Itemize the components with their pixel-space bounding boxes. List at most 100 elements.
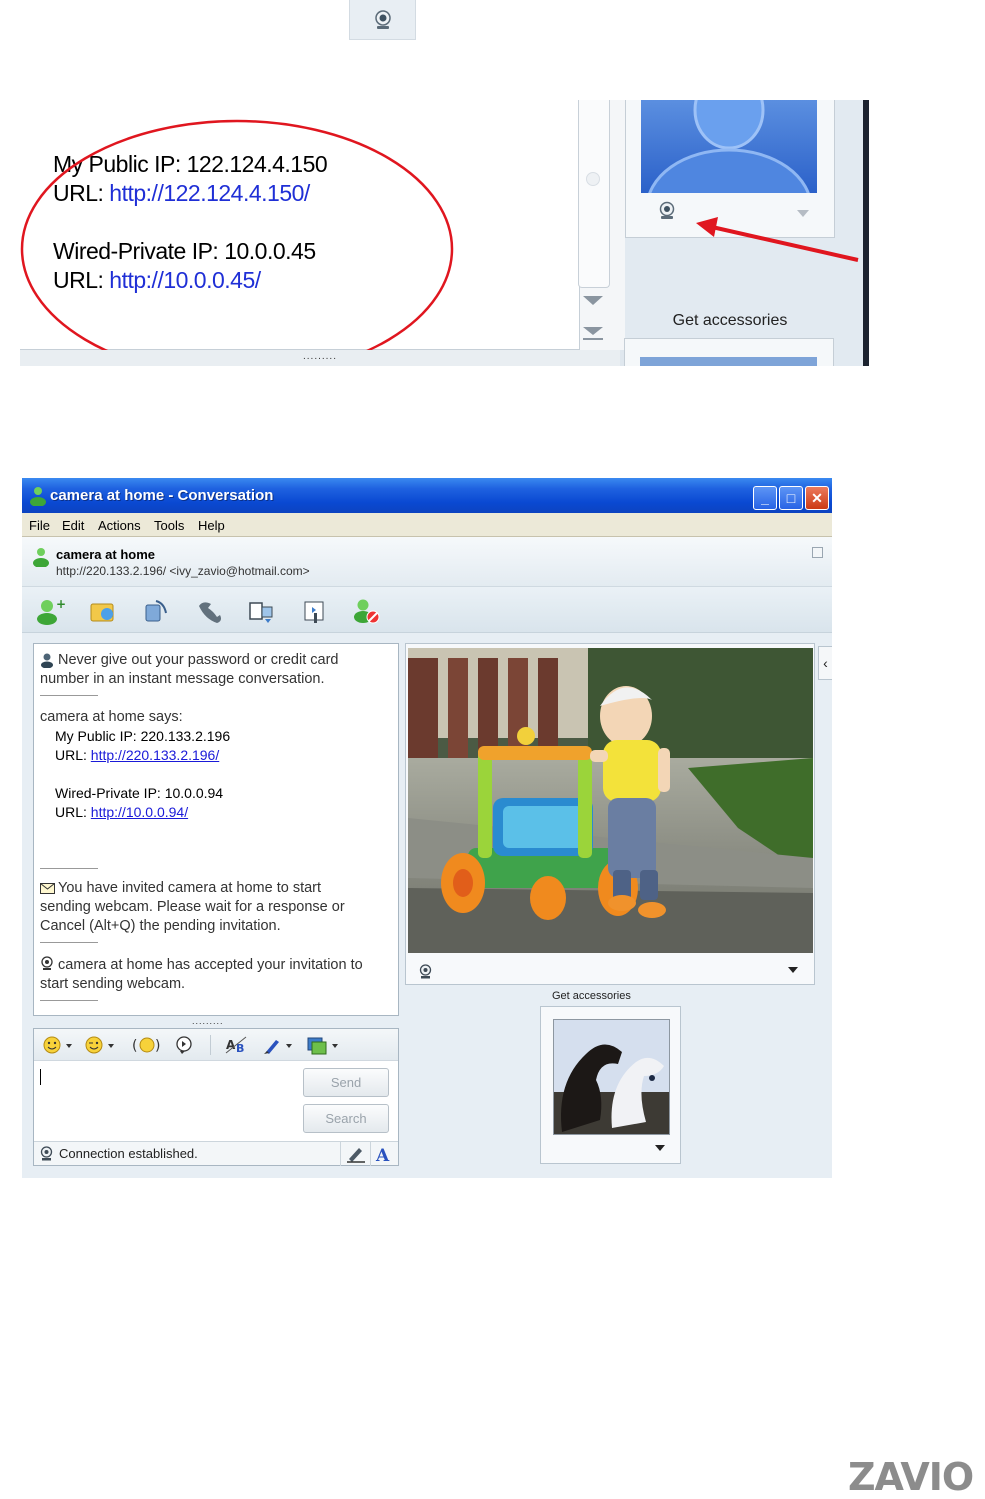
conversation-window: camera at home - Conversation _ □ ✕ File… — [22, 478, 832, 1178]
menu-file[interactable]: File — [29, 518, 50, 533]
collapse-header-button[interactable] — [812, 547, 823, 558]
get-accessories-link[interactable]: Get accessories — [552, 990, 631, 1002]
svg-text:): ) — [155, 1038, 160, 1054]
zavio-logo: ZAVIO — [848, 1455, 974, 1499]
paintbrush-icon[interactable] — [262, 1035, 294, 1055]
messenger-buddy-icon — [30, 487, 46, 506]
svg-text:A: A — [226, 1038, 236, 1052]
svg-text:+: + — [56, 597, 66, 611]
send-files-icon[interactable] — [88, 597, 118, 625]
scroll-end-icon[interactable] — [583, 327, 603, 341]
call-icon[interactable] — [194, 597, 224, 625]
url-label: URL: — [55, 747, 91, 763]
webcam-accepted-icon — [41, 956, 53, 970]
window-title: camera at home - Conversation — [50, 487, 274, 504]
sender-says: camera at home says: — [40, 709, 183, 725]
zoom-desktop-edge — [863, 100, 869, 366]
default-user-icon — [648, 100, 810, 193]
close-button[interactable]: ✕ — [805, 486, 829, 510]
message-text-field[interactable] — [36, 1063, 296, 1139]
message-input-area: () AB Send Search Connection established… — [33, 1028, 399, 1166]
webcam-icon[interactable] — [418, 964, 433, 980]
scroll-down-icon[interactable] — [583, 296, 603, 305]
webcam-icon[interactable] — [656, 201, 678, 221]
webcam-status-icon — [40, 1146, 53, 1161]
webcam-video[interactable] — [408, 648, 813, 953]
menu-bar: File Edit Actions Tools Help — [22, 513, 832, 537]
divider — [40, 868, 98, 869]
block-icon[interactable] — [352, 597, 382, 625]
webcam-photo — [408, 648, 813, 953]
chevron-down-icon[interactable] — [655, 1145, 665, 1151]
video-call-icon[interactable] — [140, 597, 170, 625]
invite-line-1: You have invited camera at home to start — [58, 880, 322, 896]
public-url-link[interactable]: http://220.133.2.196/ — [91, 747, 219, 763]
divider — [40, 942, 98, 943]
display-picture[interactable] — [553, 1019, 670, 1135]
invite-line-2: sending webcam. Please wait for a respon… — [40, 899, 345, 915]
get-accessories-label[interactable]: Get accessories — [640, 312, 820, 330]
warning-line-2: number in an instant message conversatio… — [40, 671, 325, 687]
status-divider — [340, 1142, 341, 1166]
message-public-url: URL: http://220.133.2.196/ — [55, 747, 219, 763]
message-public-ip: My Public IP: 220.133.2.196 — [55, 728, 231, 744]
menu-help[interactable]: Help — [198, 518, 225, 533]
spellcheck-icon[interactable]: AB — [224, 1035, 250, 1055]
webcam-icon-button[interactable] — [349, 0, 416, 40]
menu-tools[interactable]: Tools — [154, 518, 184, 533]
accepted-line-2: start sending webcam. — [40, 976, 186, 992]
webcam-icon — [374, 9, 391, 29]
search-button[interactable]: Search — [303, 1104, 389, 1133]
font-icon[interactable]: A — [374, 1145, 394, 1163]
webcam-frame — [405, 643, 815, 985]
chat-splitter[interactable]: ......... — [192, 1016, 224, 1026]
svg-text:(: ( — [132, 1038, 137, 1054]
scroll-grip-icon — [586, 172, 600, 186]
games-icon[interactable] — [300, 597, 330, 625]
send-button[interactable]: Send — [303, 1068, 389, 1097]
message-private-url: URL: http://10.0.0.94/ — [55, 804, 188, 820]
connection-status: Connection established. — [59, 1146, 198, 1161]
emoticon-icon[interactable] — [42, 1035, 74, 1055]
divider — [40, 1000, 98, 1001]
status-bar: Connection established. A — [34, 1141, 398, 1166]
voice-clip-icon[interactable] — [174, 1035, 196, 1055]
contact-status-icon — [33, 548, 49, 567]
user-avatar[interactable] — [641, 100, 817, 193]
contact-address: http://220.133.2.196/ <ivy_zavio@hotmail… — [56, 564, 310, 578]
minimize-button[interactable]: _ — [753, 486, 777, 510]
zoom-scrollbar[interactable] — [578, 100, 610, 288]
invite-contact-icon[interactable]: + — [36, 597, 66, 625]
display-picture-frame — [540, 1006, 681, 1164]
contact-name: camera at home — [56, 547, 155, 562]
chevron-down-icon[interactable] — [788, 967, 798, 973]
menu-actions[interactable]: Actions — [98, 518, 141, 533]
zoom-detail-panel: My Public IP: 122.124.4.150 URL: http://… — [20, 100, 869, 366]
chat-history[interactable]: Never give out your password or credit c… — [33, 643, 399, 1016]
activities-icon[interactable] — [246, 597, 276, 625]
conversation-toolbar: + — [22, 587, 832, 633]
warning-line-1: Never give out your password or credit c… — [58, 652, 339, 668]
status-divider — [370, 1142, 371, 1166]
red-pointer-arrow — [696, 217, 859, 262]
wink-icon[interactable] — [84, 1035, 116, 1055]
webcam-footer — [406, 956, 814, 984]
message-private-ip: Wired-Private IP: 10.0.0.94 — [55, 785, 224, 801]
zoom-splitter[interactable]: ......... — [20, 350, 620, 366]
svg-text:A: A — [375, 1146, 390, 1163]
chevron-left-icon[interactable]: ‹ — [818, 646, 832, 680]
envelope-icon — [40, 883, 55, 894]
contact-header: camera at home http://220.133.2.196/ <iv… — [22, 537, 832, 587]
private-url-link[interactable]: http://10.0.0.94/ — [91, 804, 188, 820]
accepted-line-1: camera at home has accepted your invitat… — [58, 957, 363, 973]
horses-photo — [554, 1020, 669, 1134]
toolbar-divider — [210, 1035, 211, 1055]
zoom-accessory-image[interactable] — [640, 357, 817, 366]
handwriting-icon[interactable] — [346, 1145, 366, 1163]
title-bar[interactable]: camera at home - Conversation _ □ ✕ — [22, 478, 832, 513]
maximize-button[interactable]: □ — [779, 486, 803, 510]
nudge-icon[interactable]: () — [132, 1035, 162, 1055]
background-icon[interactable] — [306, 1035, 340, 1055]
menu-edit[interactable]: Edit — [62, 518, 84, 533]
divider — [40, 695, 98, 696]
